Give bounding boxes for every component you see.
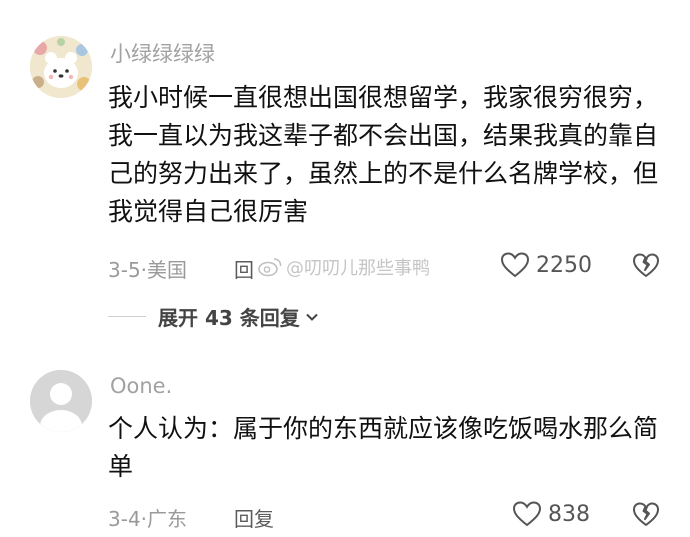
reply-button[interactable]: 回复 — [234, 503, 274, 532]
like-count: 838 — [548, 501, 590, 527]
broken-heart-icon — [633, 502, 659, 526]
avatar[interactable] — [30, 370, 92, 432]
comment-meta: 3-5·美国 — [108, 254, 187, 283]
expand-replies-button[interactable]: 展开 43 条回复 — [108, 302, 320, 331]
comment-location: 美国 — [147, 258, 188, 282]
watermark-text: @叨叨儿那些事鸭 — [286, 258, 430, 279]
like-button[interactable]: 2250 — [500, 251, 592, 279]
comment-text: 我小时候一直很想出国很想留学，我家很穷很穷，我一直以为我这辈子都不会出国，结果我… — [108, 83, 659, 226]
comment-date: 3-4 — [108, 507, 141, 531]
avatar[interactable] — [30, 36, 92, 98]
comment-location: 广东 — [147, 507, 188, 531]
reply-button[interactable]: 回 — [234, 254, 254, 283]
watermark: @叨叨儿那些事鸭 — [258, 254, 430, 280]
comment-meta: 3-4·广东 — [108, 503, 187, 532]
divider-line — [108, 316, 146, 317]
weibo-logo-icon — [258, 258, 282, 277]
username[interactable]: 小绿绿绿绿 — [110, 38, 215, 68]
comment-date: 3-5 — [108, 258, 141, 282]
broken-heart-icon — [633, 253, 659, 277]
comment-text: 个人认为：属于你的东西就应该像吃饭喝水那么简单 — [108, 414, 659, 481]
heart-icon — [512, 501, 542, 527]
dislike-button[interactable] — [632, 252, 660, 284]
username[interactable]: Oone. — [110, 374, 172, 398]
like-button[interactable]: 838 — [512, 500, 590, 528]
expand-replies-label: 展开 43 条回复 — [158, 306, 300, 330]
chevron-down-icon — [306, 313, 318, 321]
bear-avatar-icon — [30, 36, 92, 98]
heart-icon — [500, 252, 530, 278]
dislike-button[interactable] — [632, 501, 660, 533]
default-avatar-icon — [30, 370, 92, 432]
like-count: 2250 — [536, 252, 592, 278]
